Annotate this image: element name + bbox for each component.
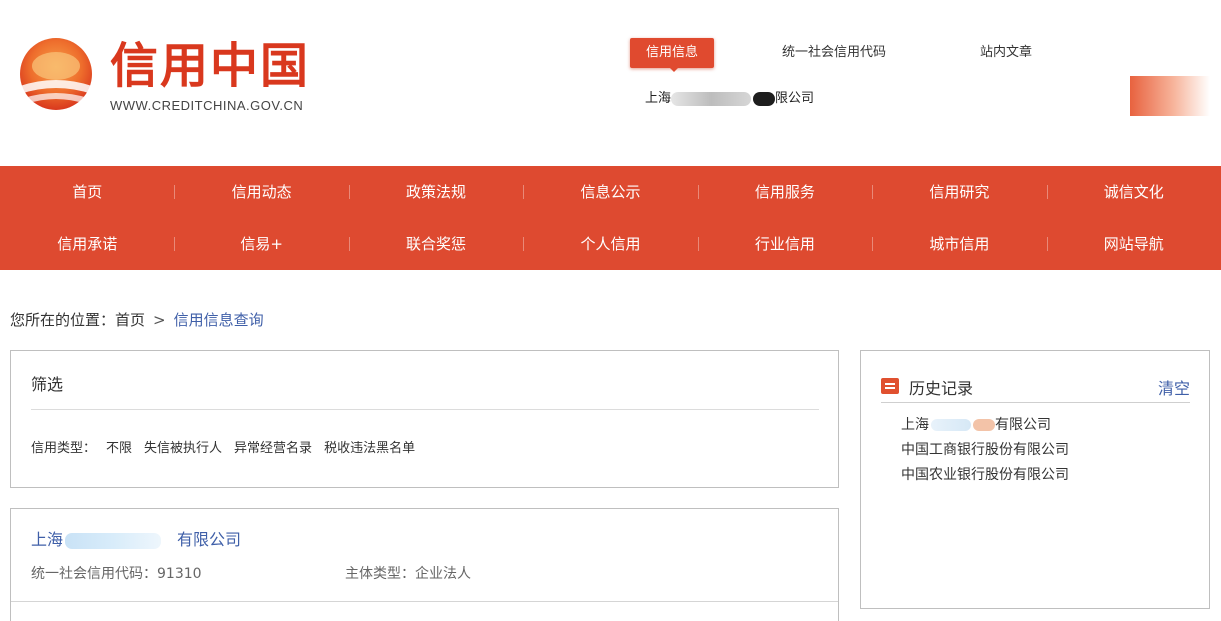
filter-title: 筛选 bbox=[31, 375, 64, 394]
result-name-prefix: 上海 bbox=[31, 530, 64, 549]
nav-item-credit-news[interactable]: 信用动态 bbox=[174, 166, 348, 218]
clear-history-button[interactable]: 清空 bbox=[1158, 375, 1190, 399]
breadcrumb-home[interactable]: 首页 bbox=[115, 311, 145, 329]
site-logo[interactable]: 信用中国 WWW.CREDITCHINA.GOV.CN bbox=[14, 34, 344, 118]
search-input[interactable]: 上海 限公司 bbox=[645, 88, 814, 110]
nav-item-industry-credit[interactable]: 行业信用 bbox=[697, 218, 872, 270]
nav-item-city-credit[interactable]: 城市信用 bbox=[872, 218, 1046, 270]
credit-code-label: 统一社会信用代码： bbox=[31, 566, 157, 582]
search-button[interactable] bbox=[1130, 76, 1210, 116]
search-value-prefix: 上海 bbox=[645, 91, 672, 106]
breadcrumb-current: 信用信息查询 bbox=[173, 311, 264, 329]
search-value-suffix: 限公司 bbox=[775, 91, 815, 106]
nav-item-credit-commitment[interactable]: 信用承诺 bbox=[0, 218, 174, 270]
redacted-text bbox=[973, 419, 995, 431]
filter-option-abnormal[interactable]: 异常经营名录 bbox=[234, 441, 312, 456]
result-entity-type: 主体类型：企业法人 bbox=[345, 563, 471, 583]
tab-credit-info[interactable]: 信用信息 bbox=[630, 38, 715, 68]
history-title: 历史记录 bbox=[909, 379, 974, 398]
active-tab-pointer bbox=[668, 66, 680, 72]
history-list: 上海 有限公司 中国工商银行股份有限公司 中国农业银行股份有限公司 bbox=[901, 413, 1069, 488]
credit-code-value: 91310 bbox=[157, 566, 202, 582]
nav-item-site-map[interactable]: 网站导航 bbox=[1046, 218, 1221, 270]
history-item[interactable]: 中国农业银行股份有限公司 bbox=[901, 463, 1069, 488]
logo-title: 信用中国 bbox=[110, 38, 311, 94]
nav-item-credit-service[interactable]: 信用服务 bbox=[697, 166, 872, 218]
breadcrumb: 您所在的位置：首页 > 信用信息查询 bbox=[10, 308, 264, 332]
history-header: 历史记录 清空 bbox=[881, 373, 1190, 403]
breadcrumb-prefix: 您所在的位置： bbox=[10, 311, 116, 329]
result-company-link[interactable]: 上海 有限公司 bbox=[31, 529, 241, 551]
nav-item-integrity-culture[interactable]: 诚信文化 bbox=[1046, 166, 1221, 218]
main-nav: 首页 信用动态 政策法规 信息公示 信用服务 信用研究 诚信文化 信用承诺 信易… bbox=[0, 166, 1221, 270]
history-panel: 历史记录 清空 上海 有限公司 中国工商银行股份有限公司 中国农业银行股份有限公司 bbox=[860, 350, 1210, 609]
redacted-text bbox=[753, 91, 776, 106]
nav-item-credit-research[interactable]: 信用研究 bbox=[872, 166, 1046, 218]
credit-type-filter: 信用类型： 不限 失信被执行人 异常经营名录 税收违法黑名单 bbox=[31, 437, 427, 456]
entity-type-label: 主体类型： bbox=[345, 566, 415, 582]
nav-item-policy[interactable]: 政策法规 bbox=[348, 166, 523, 218]
nav-item-joint-rewards[interactable]: 联合奖惩 bbox=[348, 218, 523, 270]
history-item-prefix: 上海 bbox=[901, 417, 929, 433]
nav-row-2: 信用承诺 信易+ 联合奖惩 个人信用 行业信用 城市信用 网站导航 bbox=[0, 218, 1221, 270]
nav-item-personal-credit[interactable]: 个人信用 bbox=[523, 218, 697, 270]
result-credit-code: 统一社会信用代码：91310 bbox=[31, 563, 202, 583]
filter-option-tax-blacklist[interactable]: 税收违法黑名单 bbox=[324, 441, 415, 456]
filter-divider bbox=[31, 409, 819, 410]
logo-url: WWW.CREDITCHINA.GOV.CN bbox=[110, 98, 304, 113]
tab-site-articles[interactable]: 站内文章 bbox=[980, 38, 1032, 68]
result-list: 上海 有限公司 统一社会信用代码：91310 主体类型：企业法人 bbox=[10, 508, 839, 621]
history-item-suffix: 有限公司 bbox=[995, 417, 1051, 433]
history-item[interactable]: 中国工商银行股份有限公司 bbox=[901, 438, 1069, 463]
redacted-text bbox=[65, 532, 162, 549]
result-divider bbox=[11, 601, 838, 602]
nav-item-xinyi-plus[interactable]: 信易+ bbox=[174, 218, 348, 270]
tab-credit-code[interactable]: 统一社会信用代码 bbox=[782, 38, 886, 68]
redacted-text bbox=[671, 91, 752, 106]
filter-option-dishonest[interactable]: 失信被执行人 bbox=[144, 441, 222, 456]
breadcrumb-separator: > bbox=[153, 311, 166, 329]
filter-option-all[interactable]: 不限 bbox=[106, 441, 132, 456]
nav-row-1: 首页 信用动态 政策法规 信息公示 信用服务 信用研究 诚信文化 bbox=[0, 166, 1221, 218]
filter-label: 信用类型： bbox=[31, 441, 97, 456]
history-card-icon bbox=[881, 378, 899, 394]
sun-emblem-icon bbox=[20, 38, 92, 110]
site-header: 信用中国 WWW.CREDITCHINA.GOV.CN 信用信息 统一社会信用代… bbox=[0, 0, 1221, 165]
filter-panel: 筛选 信用类型： 不限 失信被执行人 异常经营名录 税收违法黑名单 bbox=[10, 350, 839, 488]
nav-item-home[interactable]: 首页 bbox=[0, 166, 174, 218]
entity-type-value: 企业法人 bbox=[415, 566, 471, 582]
redacted-text bbox=[931, 419, 971, 431]
result-name-suffix: 有限公司 bbox=[177, 530, 242, 549]
history-item[interactable]: 上海 有限公司 bbox=[901, 413, 1069, 438]
nav-item-disclosure[interactable]: 信息公示 bbox=[523, 166, 697, 218]
